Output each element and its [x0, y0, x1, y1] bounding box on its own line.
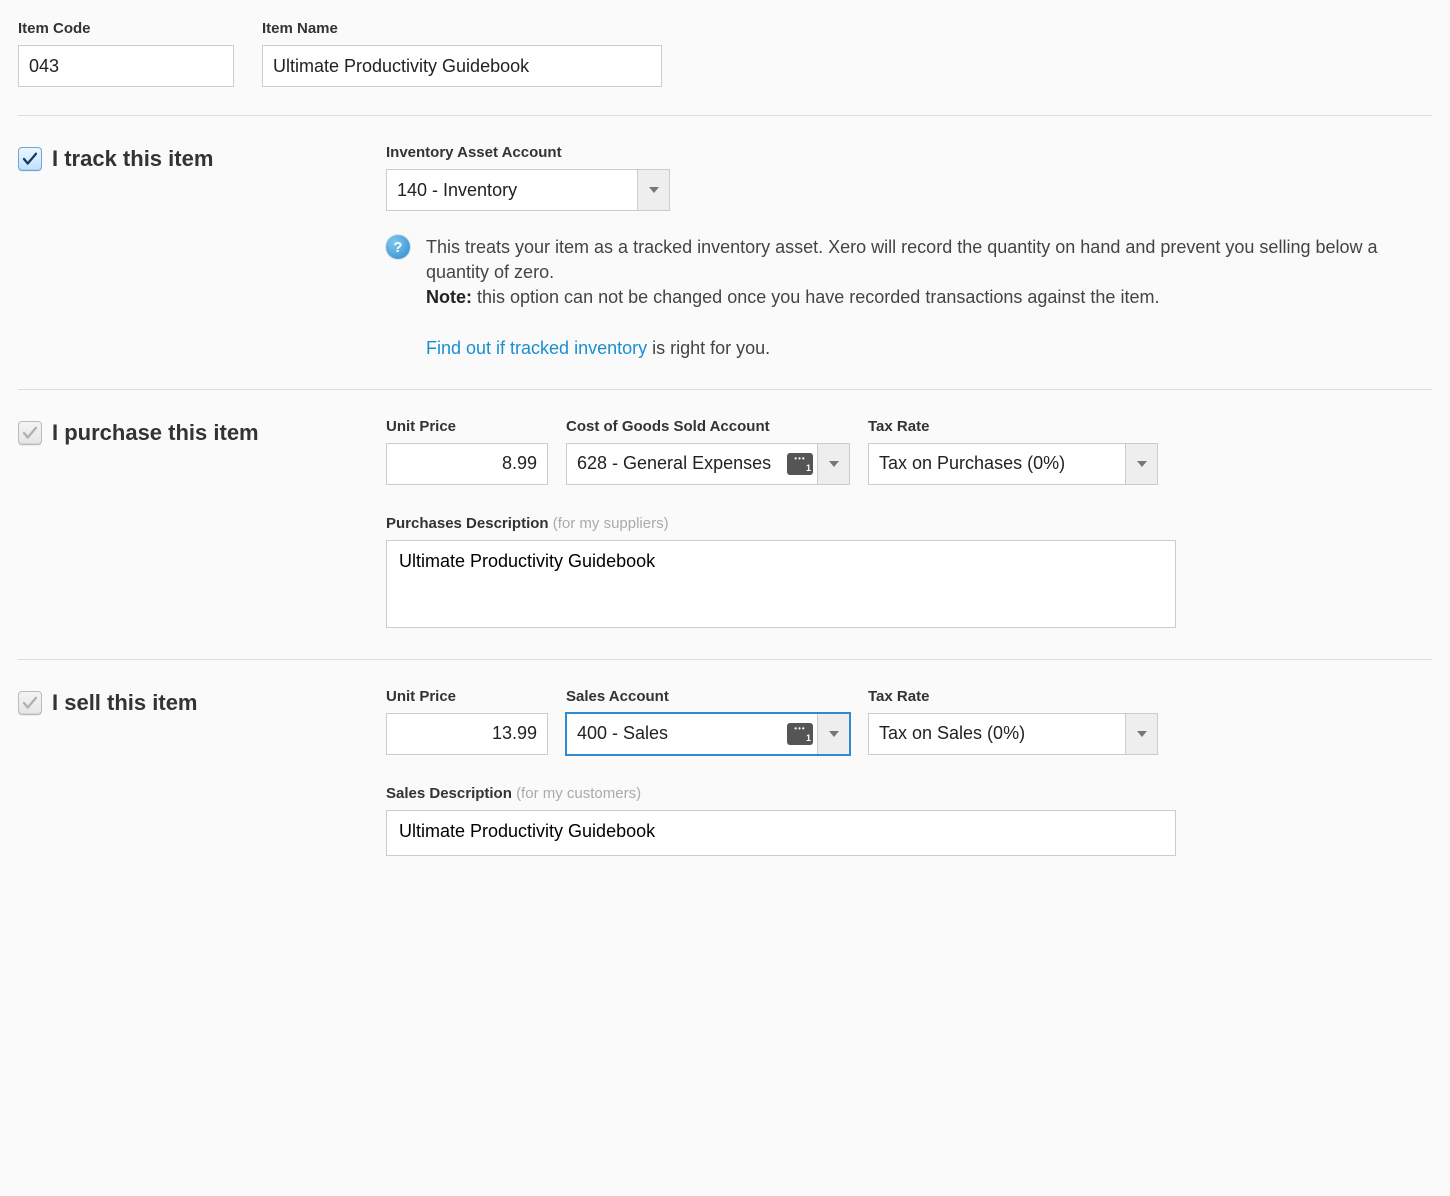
purchase-checkbox-row: I purchase this item	[18, 420, 386, 446]
item-name-label: Item Name	[262, 20, 662, 37]
track-checkbox-label: I track this item	[52, 146, 213, 172]
sell-checkbox-row: I sell this item	[18, 690, 386, 716]
chevron-down-icon	[817, 444, 849, 484]
sell-desc-label: Sales Description (for my customers)	[386, 785, 1432, 802]
purchase-unit-price-label: Unit Price	[386, 418, 548, 435]
chevron-down-icon	[1125, 444, 1157, 484]
sell-desc-label-text: Sales Description	[386, 785, 516, 802]
sell-section: I sell this item Unit Price Sales Accoun…	[18, 659, 1432, 887]
sell-sales-account-field: Sales Account 400 - Sales •••1	[566, 688, 850, 755]
checkmark-icon	[21, 424, 39, 442]
checkmark-icon	[21, 150, 39, 168]
purchase-unit-price-field: Unit Price	[386, 418, 548, 485]
sell-unit-price-field: Unit Price	[386, 688, 548, 755]
purchase-tax-value: Tax on Purchases (0%)	[869, 444, 1125, 484]
track-checkbox[interactable]	[18, 147, 42, 171]
help-icon: ?	[386, 235, 410, 259]
track-info-note-rest: this option can not be changed once you …	[472, 287, 1159, 307]
purchase-cogs-value: 628 - General Expenses •••1	[567, 444, 817, 484]
sell-desc-field: Sales Description (for my customers)	[386, 785, 1432, 859]
purchase-unit-price-input[interactable]	[386, 443, 548, 485]
sell-sales-account-value: 400 - Sales •••1	[567, 714, 817, 754]
sell-desc-hint: (for my customers)	[516, 785, 641, 802]
sell-unit-price-label: Unit Price	[386, 688, 548, 705]
purchase-desc-label: Purchases Description (for my suppliers)	[386, 515, 1432, 532]
sell-sales-account-value-text: 400 - Sales	[577, 723, 668, 744]
purchase-cogs-value-text: 628 - General Expenses	[577, 453, 771, 474]
purchase-cogs-select[interactable]: 628 - General Expenses •••1	[566, 443, 850, 485]
track-info-line1: This treats your item as a tracked inven…	[426, 237, 1378, 282]
track-section: I track this item Inventory Asset Accoun…	[18, 115, 1432, 389]
item-code-label: Item Code	[18, 20, 234, 37]
purchase-cogs-field: Cost of Goods Sold Account 628 - General…	[566, 418, 850, 485]
track-checkbox-row: I track this item	[18, 146, 386, 172]
tracked-inventory-link[interactable]: Find out if tracked inventory	[426, 338, 647, 358]
purchase-cogs-label: Cost of Goods Sold Account	[566, 418, 850, 435]
password-manager-icon: •••1	[787, 453, 813, 475]
purchase-checkbox-label: I purchase this item	[52, 420, 259, 446]
tracked-inventory-link-tail: is right for you.	[647, 338, 770, 358]
track-info-text: This treats your item as a tracked inven…	[426, 235, 1432, 361]
chevron-down-icon	[1125, 714, 1157, 754]
sell-tax-select[interactable]: Tax on Sales (0%)	[868, 713, 1158, 755]
purchase-fields-row: Unit Price Cost of Goods Sold Account 62…	[386, 418, 1432, 485]
item-code-input[interactable]	[18, 45, 234, 87]
sell-desc-textarea[interactable]	[386, 810, 1176, 856]
track-info-block: ? This treats your item as a tracked inv…	[386, 235, 1432, 361]
chevron-down-icon	[637, 170, 669, 210]
sell-checkbox-label: I sell this item	[52, 690, 198, 716]
password-manager-icon: •••1	[787, 723, 813, 745]
item-basic-fields: Item Code Item Name	[18, 20, 1432, 115]
item-name-field: Item Name	[262, 20, 662, 87]
purchase-section: I purchase this item Unit Price Cost of …	[18, 389, 1432, 659]
chevron-down-icon	[817, 714, 849, 754]
inventory-account-value: 140 - Inventory	[387, 170, 637, 210]
sell-fields-row: Unit Price Sales Account 400 - Sales •••…	[386, 688, 1432, 755]
track-info-note-prefix: Note:	[426, 287, 472, 307]
checkmark-icon	[21, 694, 39, 712]
purchase-desc-label-text: Purchases Description	[386, 515, 553, 532]
sell-sales-account-select[interactable]: 400 - Sales •••1	[566, 713, 850, 755]
inventory-account-select[interactable]: 140 - Inventory	[386, 169, 670, 211]
sell-unit-price-input[interactable]	[386, 713, 548, 755]
sell-tax-value: Tax on Sales (0%)	[869, 714, 1125, 754]
purchase-checkbox[interactable]	[18, 421, 42, 445]
purchase-desc-hint: (for my suppliers)	[553, 515, 669, 532]
purchase-tax-field: Tax Rate Tax on Purchases (0%)	[868, 418, 1158, 485]
purchase-tax-select[interactable]: Tax on Purchases (0%)	[868, 443, 1158, 485]
sell-checkbox[interactable]	[18, 691, 42, 715]
purchase-desc-field: Purchases Description (for my suppliers)	[386, 515, 1432, 631]
inventory-account-label: Inventory Asset Account	[386, 144, 1432, 161]
purchase-tax-label: Tax Rate	[868, 418, 1158, 435]
item-code-field: Item Code	[18, 20, 234, 87]
sell-tax-field: Tax Rate Tax on Sales (0%)	[868, 688, 1158, 755]
item-name-input[interactable]	[262, 45, 662, 87]
sell-tax-label: Tax Rate	[868, 688, 1158, 705]
purchase-desc-textarea[interactable]	[386, 540, 1176, 628]
sell-sales-account-label: Sales Account	[566, 688, 850, 705]
